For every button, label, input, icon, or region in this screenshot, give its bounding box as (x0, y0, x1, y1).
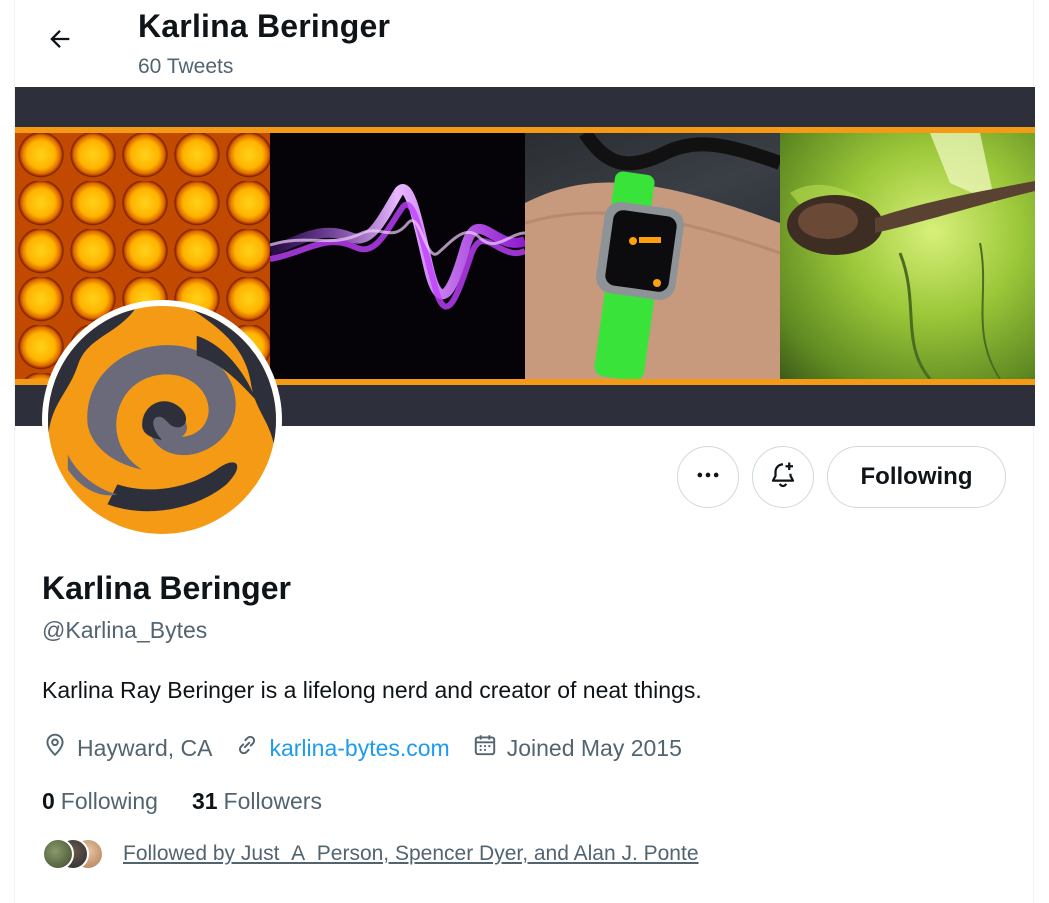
profile-handle: @Karlina_Bytes (42, 617, 208, 643)
calendar-icon (472, 732, 507, 764)
follow-counts: 0 Following 31 Followers (42, 788, 356, 815)
profile-meta: Hayward, CA karlina-bytes.com Joined May… (42, 730, 704, 766)
location-pin-icon (42, 732, 77, 764)
followers-count: 31 (191, 788, 218, 814)
profile-avatar[interactable] (42, 300, 282, 540)
followed-by-row: Followed by Just_A_Person, Spencer Dyer,… (42, 838, 699, 870)
more-button[interactable] (677, 446, 739, 508)
link-icon (234, 732, 269, 764)
profile-location: Hayward, CA (42, 732, 212, 764)
profile-joined: Joined May 2015 (472, 732, 682, 764)
following-button[interactable]: Following (827, 446, 1006, 508)
banner-sound-wave-image (270, 133, 525, 379)
followers-count-label: Followers (223, 788, 322, 814)
following-count-link[interactable]: 0 Following (42, 788, 158, 815)
banner-smartwatch-image (525, 133, 780, 379)
header-tweet-count: 60 Tweets (138, 55, 234, 78)
followed-by-avatars[interactable] (42, 838, 104, 870)
header-profile-name: Karlina Beringer (138, 8, 391, 44)
location-text: Hayward, CA (77, 734, 213, 761)
following-count-label: Following (60, 788, 158, 814)
website-link[interactable]: karlina-bytes.com (269, 735, 449, 762)
followed-by-link[interactable]: Followed by Just_A_Person, Spencer Dyer,… (123, 842, 699, 866)
profile-header-bar: Karlina Beringer 60 Tweets (15, 0, 1035, 87)
banner-tadpole-image (780, 133, 1035, 379)
following-count: 0 (42, 788, 55, 814)
profile-display-name: Karlina Beringer (42, 570, 291, 606)
follower-avatar (42, 838, 74, 870)
profile-bio: Karlina Ray Beringer is a lifelong nerd … (42, 677, 702, 703)
profile-page: Karlina Beringer 60 Tweets Following Kar… (14, 0, 1035, 903)
profile-website: karlina-bytes.com (234, 732, 450, 764)
followers-count-link[interactable]: 31 Followers (192, 788, 322, 815)
notifications-button[interactable] (752, 446, 814, 508)
back-button[interactable] (39, 20, 81, 62)
joined-text: Joined May 2015 (506, 734, 682, 761)
arrow-left-icon (46, 25, 74, 58)
bell-plus-icon (768, 460, 798, 495)
more-horizontal-icon (694, 461, 722, 494)
